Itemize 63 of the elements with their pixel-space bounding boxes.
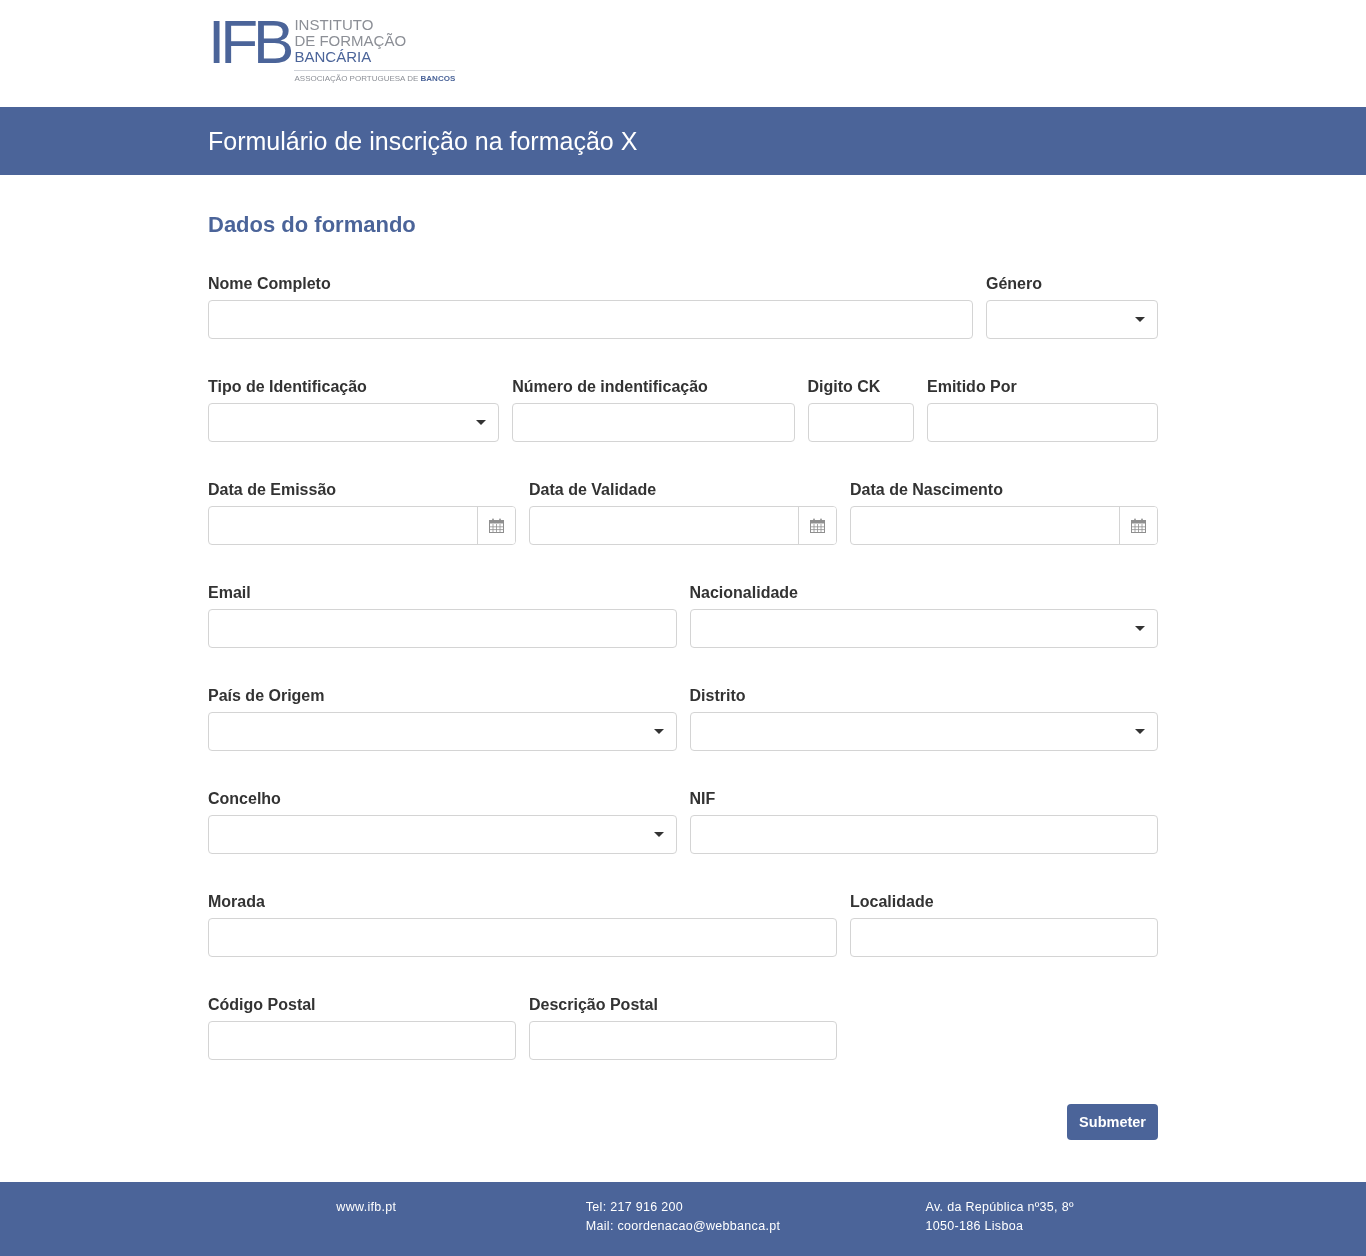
logo-text: INSTITUTO [294,17,374,33]
date-field[interactable] [529,506,837,545]
field-label: Digito CK [807,377,881,397]
field-label: Distrito [689,686,746,706]
field-label: Concelho [208,789,281,809]
field-label: Género [986,274,1042,294]
caret-icon [653,832,664,837]
field-label: Data de Emissão [208,480,337,500]
field-label: Tipo de Identificação [208,377,367,397]
logo-text: BANCÁRIA [294,49,372,65]
calendar-icon [810,518,825,533]
input-field[interactable] [512,403,795,442]
input-field[interactable] [689,815,1158,854]
field-label: NIF [689,789,716,809]
calendar-icon [489,518,504,533]
field-label: Morada [208,892,265,912]
footer-text: Av. da República nº35, 8º [925,1199,1074,1216]
field-label: Emitido Por [927,377,1017,397]
submit-button[interactable]: Submeter [1067,1104,1158,1140]
caret-icon [653,729,664,734]
form-title: Formulário de inscrição na formação X [208,126,638,156]
input-field[interactable] [807,403,914,442]
logo-text: DE FORMAÇÃO [294,33,407,49]
calendar-button[interactable] [477,507,515,544]
caret-icon [1135,729,1145,734]
dropdown-field[interactable] [208,815,677,854]
footer-text: www.ifb.pt [336,1199,397,1216]
input-field[interactable] [208,918,837,957]
field-label: Descrição Postal [529,995,658,1015]
field-label: Email [208,583,251,603]
field-label: Localidade [850,892,934,912]
caret-icon [1135,317,1145,322]
caret-icon [1135,626,1145,631]
caret-icon [476,420,487,425]
input-field[interactable] [529,1021,837,1060]
date-field[interactable] [850,506,1158,545]
section-title: Dados do formando [208,212,416,238]
field-label: Data de Validade [529,480,657,500]
footer-text: 1050-186 Lisboa [925,1218,1024,1235]
date-field[interactable] [208,506,516,545]
field-label: Data de Nascimento [850,480,1003,500]
field-label: Código Postal [208,995,316,1015]
dropdown-field[interactable] [208,712,677,751]
input-field[interactable] [208,1021,516,1060]
input-field[interactable] [208,300,973,339]
dropdown-field[interactable] [208,403,500,442]
dropdown-field[interactable] [986,300,1158,339]
logo-text: IFB [208,18,290,66]
dropdown-field[interactable] [689,609,1158,648]
field-label: País de Origem [208,686,325,706]
logo-tagline: ASSOCIAÇÃO PORTUGUESA DE BANCOS [294,74,456,84]
calendar-button[interactable] [1119,507,1157,544]
input-field[interactable] [850,918,1158,957]
footer-text: Tel: 217 916 200 [585,1199,684,1216]
input-field[interactable] [927,403,1158,442]
field-label: Número de indentificação [512,377,708,397]
calendar-icon [1131,518,1146,533]
input-field[interactable] [208,609,677,648]
calendar-button[interactable] [798,507,836,544]
field-label: Nacionalidade [689,583,798,603]
dropdown-field[interactable] [689,712,1158,751]
field-label: Nome Completo [208,274,331,294]
footer-text: Mail: coordenacao@webbanca.pt [585,1218,781,1235]
